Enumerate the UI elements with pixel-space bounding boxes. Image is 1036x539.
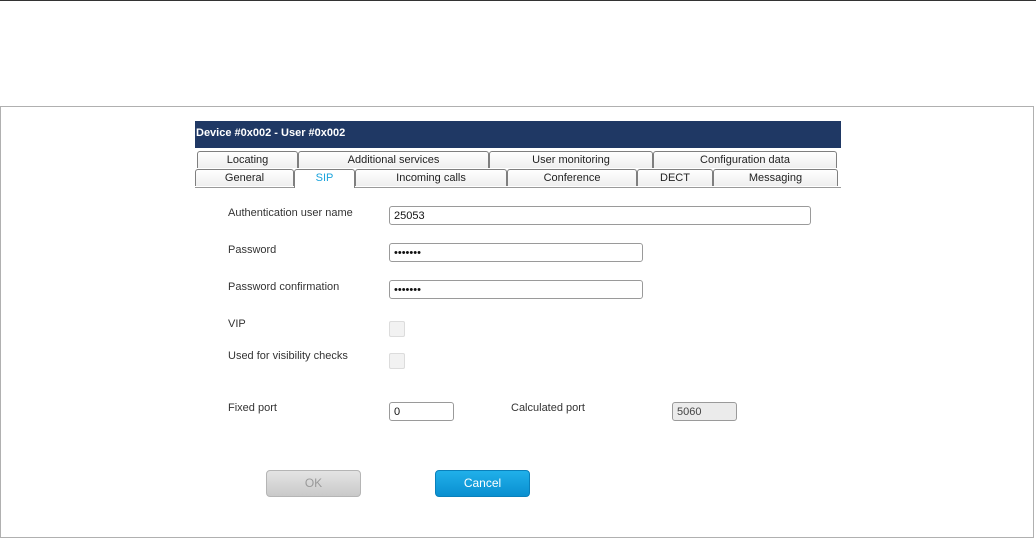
tab-user-monitoring[interactable]: User monitoring bbox=[489, 151, 653, 168]
tab-locating[interactable]: Locating bbox=[197, 151, 298, 168]
dialog-title: Device #0x002 - User #0x002 bbox=[195, 121, 841, 148]
tab-conference[interactable]: Conference bbox=[507, 169, 637, 186]
calculated-port-field bbox=[672, 402, 737, 421]
visibility-checks-checkbox[interactable] bbox=[389, 353, 405, 369]
password-input[interactable] bbox=[389, 243, 643, 262]
cancel-button[interactable]: Cancel bbox=[435, 470, 530, 497]
ok-button[interactable]: OK bbox=[266, 470, 361, 497]
tab-additional-services[interactable]: Additional services bbox=[298, 151, 489, 168]
vip-label: VIP bbox=[228, 318, 246, 330]
top-divider bbox=[0, 0, 1036, 1]
auth-user-input[interactable] bbox=[389, 206, 811, 225]
password-confirmation-input[interactable] bbox=[389, 280, 643, 299]
visibility-checks-label: Used for visibility checks bbox=[228, 350, 348, 362]
password-confirmation-label: Password confirmation bbox=[228, 281, 340, 293]
calculated-port-label: Calculated port bbox=[511, 402, 585, 414]
tab-general[interactable]: General bbox=[195, 169, 294, 186]
tab-dect[interactable]: DECT bbox=[637, 169, 713, 186]
fixed-port-input[interactable] bbox=[389, 402, 454, 421]
tab-panel-border bbox=[195, 187, 841, 188]
tab-incoming-calls[interactable]: Incoming calls bbox=[355, 169, 507, 186]
vip-checkbox[interactable] bbox=[389, 321, 405, 337]
auth-user-label: Authentication user name bbox=[228, 207, 353, 219]
tab-sip[interactable]: SIP bbox=[294, 169, 355, 188]
fixed-port-label: Fixed port bbox=[228, 402, 277, 414]
tab-messaging[interactable]: Messaging bbox=[713, 169, 838, 186]
password-label: Password bbox=[228, 244, 277, 256]
tab-configuration-data[interactable]: Configuration data bbox=[653, 151, 837, 168]
